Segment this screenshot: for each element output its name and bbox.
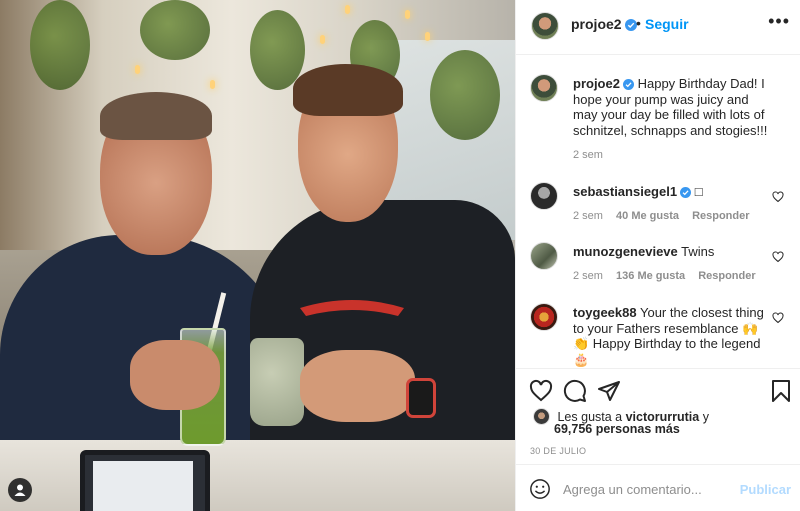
comment-likes[interactable]: 40 Me gusta [616,210,679,222]
comment-time[interactable]: 2 sem [573,270,603,282]
comment-text: Twins [681,244,715,259]
post-date[interactable]: 30 DE JULIO [530,446,586,456]
comment-emoji: □ [694,184,703,199]
avatar[interactable] [530,74,558,102]
bookmark-icon[interactable] [769,379,793,403]
user-icon [14,484,26,496]
comment-body: toygeek88 Your the closest thing to your… [573,305,773,367]
emoji-icon[interactable] [529,478,551,500]
hanging-plant [140,0,210,60]
avatar[interactable] [533,408,550,425]
comment-username[interactable]: toygeek88 [573,305,637,320]
avatar[interactable] [530,242,558,270]
header-separator: • [636,15,641,31]
verified-badge-icon [680,187,692,198]
comment-time[interactable]: 2 sem [573,210,603,222]
heart-icon[interactable] [772,312,784,324]
reply-button[interactable]: Responder [698,270,755,282]
caption-username[interactable]: projoe2 [573,76,620,91]
header-username-text[interactable]: projoe2 [571,16,622,32]
post-photo[interactable] [0,0,515,511]
follow-button[interactable]: Seguir [645,16,689,32]
comment-body: sebastiansiegel1 □ [573,184,773,200]
person-right-hair [293,64,403,116]
tagged-users-button[interactable] [8,478,32,502]
hand-right [300,350,415,422]
verified-badge-icon [622,79,634,90]
heart-icon[interactable] [772,251,784,263]
avatar[interactable] [530,182,558,210]
comment-input[interactable] [563,477,733,501]
person-left-hair [100,92,212,140]
hanging-plant [430,50,500,140]
comment-composer: Publicar [516,464,800,511]
caption-meta: 2 sem [573,149,613,161]
reply-button[interactable]: Responder [692,210,749,222]
comment-username[interactable]: munozgenevieve [573,244,678,259]
post-actions: Les gusta a victorurrutia y 69,756 perso… [516,368,800,463]
string-light [320,35,325,44]
comment-likes[interactable]: 136 Me gusta [616,270,685,282]
string-light [425,32,430,41]
string-light [210,80,215,89]
menu-tablet [80,450,210,511]
ellipsis-icon[interactable]: ••• [768,11,790,32]
comment-icon[interactable] [563,379,587,403]
publish-button[interactable]: Publicar [740,482,791,497]
share-icon[interactable] [597,379,621,403]
avatar[interactable] [530,303,558,331]
comment-body: munozgenevieve Twins [573,244,773,260]
string-light [135,65,140,74]
string-light [405,10,410,19]
liked-by-connector: y [702,410,709,424]
shirt-logo-print [300,300,404,316]
hand-left [130,340,220,410]
caption-body: projoe2 Happy Birthday Dad! I hope your … [573,76,773,138]
ceramic-mug [250,338,304,426]
marble-table [0,440,515,511]
verified-badge-icon [624,19,637,31]
post-side-panel: projoe2 • Seguir ••• projoe2 Happy Birth… [515,0,800,511]
comment-meta: 2 sem 40 Me gusta Responder [573,210,760,222]
avatar[interactable] [531,12,559,40]
caption-time[interactable]: 2 sem [573,149,603,161]
post-header: projoe2 • Seguir ••• [516,0,800,55]
likes-count[interactable]: 69,756 personas más [554,422,680,436]
comment-username[interactable]: sebastiansiegel1 [573,184,677,199]
comment-meta: 2 sem 136 Me gusta Responder [573,270,766,282]
header-username[interactable]: projoe2 [571,16,637,32]
smart-watch [406,378,436,418]
string-light [345,5,350,14]
comments-list[interactable]: projoe2 Happy Birthday Dad! I hope your … [516,56,800,368]
hanging-plant [30,0,90,90]
heart-icon[interactable] [529,379,553,403]
heart-icon[interactable] [772,191,784,203]
